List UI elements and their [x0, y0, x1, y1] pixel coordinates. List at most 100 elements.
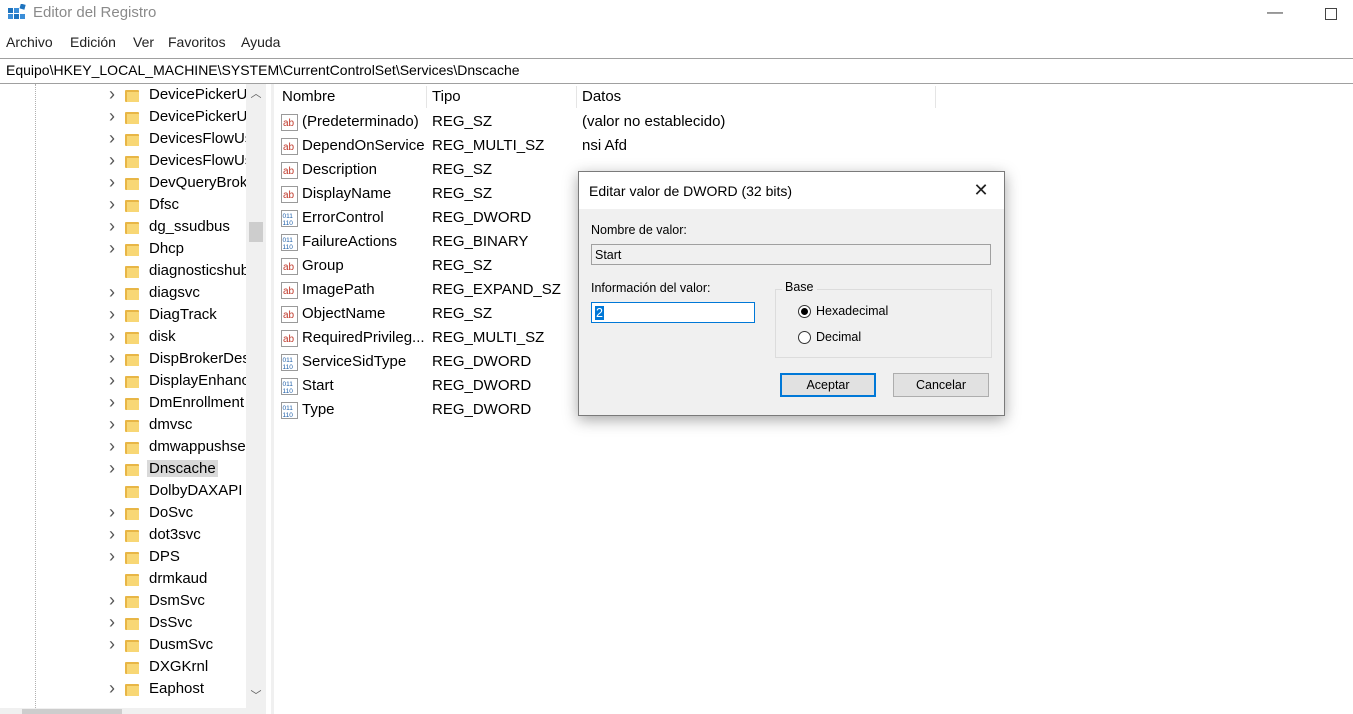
value-name: DisplayName — [302, 185, 392, 202]
tree-item[interactable]: › DPS — [0, 546, 250, 569]
svg-text:011: 011 — [283, 357, 294, 364]
address-bar[interactable]: Equipo\HKEY_LOCAL_MACHINE\SYSTEM\Current… — [0, 58, 1353, 84]
tree-item[interactable]: › dmwappushser — [0, 436, 250, 459]
svg-text:110: 110 — [283, 220, 294, 227]
chevron-right-icon[interactable]: › — [106, 194, 118, 215]
tree-item-label: DevicesFlowUs — [149, 130, 247, 147]
folder-icon — [125, 573, 139, 586]
menu-ver[interactable]: Ver — [133, 34, 154, 50]
tree-item[interactable]: › dmvsc — [0, 414, 250, 437]
value-row[interactable]: ab DependOnService REG_MULTI_SZ nsi Afd — [276, 134, 1176, 158]
decimal-radio[interactable] — [798, 331, 811, 344]
column-header-data[interactable]: Datos — [582, 84, 621, 108]
chevron-right-icon[interactable]: › — [106, 326, 118, 347]
column-header-name[interactable]: Nombre — [282, 84, 335, 108]
tree-item[interactable]: › DevicePickerUs — [0, 84, 250, 107]
minimize-icon: — — [1267, 4, 1283, 21]
tree-item[interactable]: › DusmSvc — [0, 634, 250, 657]
chevron-right-icon[interactable]: › — [106, 304, 118, 325]
chevron-right-icon[interactable]: › — [106, 634, 118, 655]
chevron-right-icon[interactable]: › — [106, 150, 118, 171]
tree-item[interactable]: › DevicesFlowUs — [0, 150, 250, 173]
chevron-right-icon[interactable]: › — [106, 370, 118, 391]
chevron-right-icon[interactable]: › — [106, 392, 118, 413]
column-header-type[interactable]: Tipo — [432, 84, 461, 108]
tree-item[interactable]: › DsmSvc — [0, 590, 250, 613]
menu-ayuda[interactable]: Ayuda — [241, 34, 280, 50]
tree-item[interactable]: › Dfsc — [0, 194, 250, 217]
tree-item[interactable]: › DsSvc — [0, 612, 250, 635]
tree-item[interactable]: diagnosticshub — [0, 261, 250, 283]
chevron-right-icon[interactable]: › — [106, 216, 118, 237]
folder-icon — [125, 243, 139, 256]
tree-item[interactable]: › DevicesFlowUs — [0, 128, 250, 151]
tree-item[interactable]: › DmEnrollment — [0, 392, 250, 415]
column-divider[interactable] — [935, 86, 936, 108]
address-path[interactable]: Equipo\HKEY_LOCAL_MACHINE\SYSTEM\Current… — [6, 62, 520, 78]
tree-item[interactable]: › DisplayEnhanc — [0, 370, 250, 393]
chevron-right-icon[interactable]: › — [106, 282, 118, 303]
folder-icon — [125, 177, 139, 190]
base-groupbox — [775, 289, 992, 358]
menu-favoritos[interactable]: Favoritos — [168, 34, 226, 50]
minimize-button[interactable]: — — [1260, 2, 1290, 24]
folder-icon — [125, 133, 139, 146]
value-name: (Predeterminado) — [302, 113, 419, 130]
scroll-up-icon[interactable]: ︿ — [246, 84, 266, 104]
chevron-right-icon[interactable]: › — [106, 612, 118, 633]
close-icon[interactable]: ✕ — [968, 178, 994, 202]
chevron-right-icon[interactable]: › — [106, 106, 118, 127]
chevron-right-icon[interactable]: › — [106, 348, 118, 369]
tree-item[interactable]: › DiagTrack — [0, 304, 250, 327]
tree-item[interactable]: › dot3svc — [0, 524, 250, 547]
chevron-right-icon[interactable]: › — [106, 414, 118, 435]
chevron-right-icon[interactable]: › — [106, 546, 118, 567]
chevron-right-icon[interactable]: › — [106, 458, 118, 479]
menu-archivo[interactable]: Archivo — [6, 34, 53, 50]
chevron-right-icon[interactable]: › — [106, 524, 118, 545]
value-type: REG_DWORD — [432, 209, 532, 226]
hexadecimal-radio-label[interactable]: Hexadecimal — [816, 304, 888, 318]
tree-item[interactable]: › DevQueryBroke — [0, 172, 250, 195]
tree-item[interactable]: › DevicePickerUs — [0, 106, 250, 129]
tree-item[interactable]: DolbyDAXAPI — [0, 481, 250, 503]
maximize-button[interactable] — [1316, 2, 1346, 24]
folder-icon — [125, 89, 139, 102]
tree-item[interactable]: › DispBrokerDes — [0, 348, 250, 371]
tree-item[interactable]: DXGKrnl — [0, 657, 250, 679]
tree-item[interactable]: › Dnscache — [0, 458, 250, 481]
tree-item[interactable]: drmkaud — [0, 569, 250, 591]
scroll-down-icon[interactable]: ﹀ — [246, 686, 266, 706]
tree-item[interactable]: › DoSvc — [0, 502, 250, 525]
folder-icon — [125, 507, 139, 520]
tree-item-label: dmvsc — [149, 416, 193, 433]
menu-edicion[interactable]: Edición — [70, 34, 116, 50]
tree-item[interactable]: › diagsvc — [0, 282, 250, 305]
chevron-right-icon[interactable]: › — [106, 238, 118, 259]
column-divider[interactable] — [426, 86, 427, 108]
tree-horizontal-scrollbar[interactable] — [0, 708, 246, 714]
chevron-right-icon[interactable]: › — [106, 436, 118, 457]
chevron-right-icon[interactable]: › — [106, 502, 118, 523]
pane-splitter[interactable] — [271, 84, 274, 714]
tree-item[interactable]: › Eaphost — [0, 678, 250, 701]
scroll-thumb[interactable] — [249, 222, 263, 242]
hexadecimal-radio[interactable] — [798, 305, 811, 318]
accept-button[interactable]: Aceptar — [780, 373, 876, 397]
chevron-right-icon[interactable]: › — [106, 590, 118, 611]
chevron-right-icon[interactable]: › — [106, 172, 118, 193]
value-data-input[interactable]: 2 — [591, 302, 755, 323]
chevron-right-icon[interactable]: › — [106, 84, 118, 105]
tree-item[interactable]: › dg_ssudbus — [0, 216, 250, 239]
decimal-radio-label[interactable]: Decimal — [816, 330, 861, 344]
column-divider[interactable] — [576, 86, 577, 108]
tree-item[interactable]: › Dhcp — [0, 238, 250, 261]
chevron-right-icon[interactable]: › — [106, 678, 118, 699]
tree-item[interactable]: › disk — [0, 326, 250, 349]
value-row[interactable]: ab (Predeterminado) REG_SZ (valor no establ… — [276, 110, 1176, 134]
hscroll-thumb[interactable] — [22, 709, 122, 714]
cancel-button[interactable]: Cancelar — [893, 373, 989, 397]
chevron-right-icon[interactable]: › — [106, 128, 118, 149]
tree-vertical-scrollbar[interactable]: ︿ ﹀ — [246, 84, 266, 714]
folder-icon — [125, 639, 139, 652]
